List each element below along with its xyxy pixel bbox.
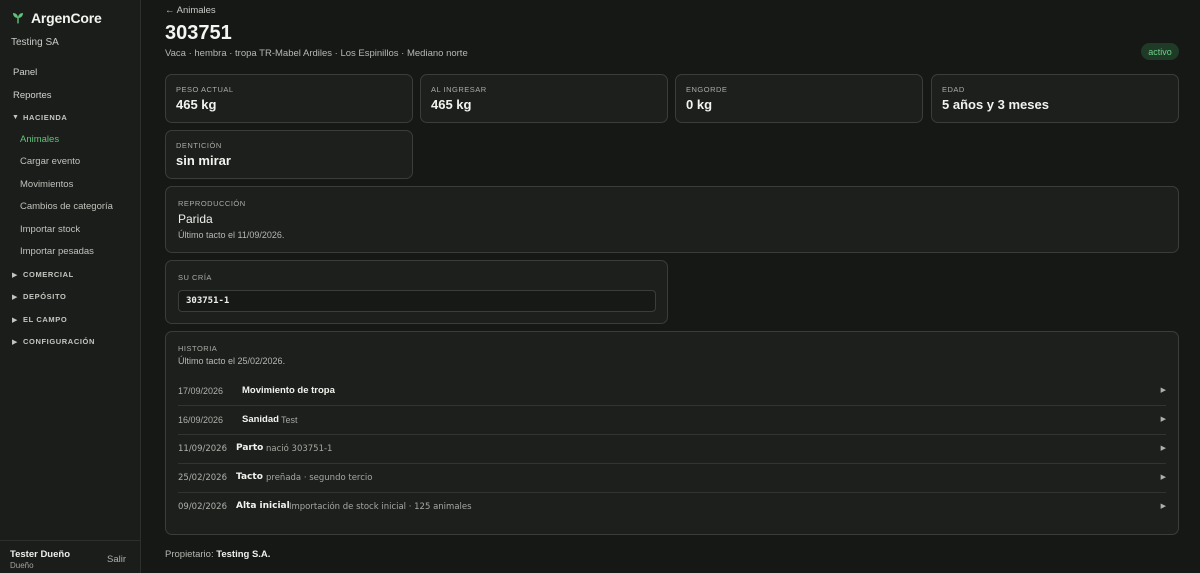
stat-label: ENGORDE: [686, 85, 728, 94]
caret-right-icon: ▶: [12, 271, 18, 279]
back-link[interactable]: ← Animales: [165, 5, 216, 16]
sidebar-item-importar-stock[interactable]: Importar stock: [20, 224, 80, 235]
sidebar-item-movimientos[interactable]: Movimientos: [20, 179, 73, 190]
history-detail: Test: [281, 415, 298, 425]
section-label: REPRODUCCIÓN: [178, 199, 246, 208]
sidebar-item-animales[interactable]: Animales: [20, 134, 59, 145]
historia-note: Último tacto el 25/02/2026.: [178, 356, 286, 366]
stat-value: 5 años y 3 meses: [942, 97, 1049, 112]
reproduccion-card: REPRODUCCIÓN Parida Último tacto el 11/0…: [165, 186, 1179, 253]
stat-card-engorde: ENGORDE 0 kg: [675, 74, 923, 123]
stat-card-edad: EDAD 5 años y 3 meses: [931, 74, 1179, 123]
history-detail: preñada · segundo tercio: [266, 473, 373, 483]
history-date: 09/02/2026: [178, 502, 227, 512]
stat-value: 465 kg: [431, 97, 472, 112]
status-badge: activo: [1141, 43, 1179, 60]
stat-label: EDAD: [942, 85, 965, 94]
stat-value: 0 kg: [686, 97, 713, 112]
sidebar-item-reportes[interactable]: Reportes: [13, 90, 52, 101]
chevron-right-icon: ▶: [1160, 416, 1166, 423]
history-type: Parto: [236, 443, 264, 453]
chevron-right-icon: ▶: [1160, 503, 1166, 510]
history-type: Sanidad: [242, 414, 279, 425]
stat-card-peso-actual: PESO ACTUAL 465 kg: [165, 74, 413, 123]
section-label: SU CRÍA: [178, 273, 212, 282]
sidebar-item-cambios-categoria[interactable]: Cambios de categoría: [20, 201, 113, 212]
history-row[interactable]: 11/09/2026 Parto nació 303751-1 ▶: [178, 435, 1166, 464]
historia-card: HISTORIA Último tacto el 25/02/2026. 17/…: [165, 331, 1179, 535]
sidebar-item-cargar-evento[interactable]: Cargar evento: [20, 156, 80, 167]
history-detail: nació 303751-1: [266, 444, 333, 454]
history-date: 16/09/2026: [178, 415, 224, 425]
sidebar-section-deposito[interactable]: ▶ DEPÓSITO: [12, 292, 66, 301]
stat-label: AL INGRESAR: [431, 85, 487, 94]
owner-name: Testing S.A.: [216, 549, 271, 560]
brand-name: ArgenCore: [31, 10, 102, 26]
owner-line: Propietario: Testing S.A.: [165, 549, 270, 560]
sidebar-item-importar-pesadas[interactable]: Importar pesadas: [20, 246, 94, 257]
brand[interactable]: ArgenCore: [11, 10, 102, 26]
leaf-logo-icon: [13, 13, 23, 24]
user-name: Tester Dueño: [10, 549, 71, 560]
stat-label: PESO ACTUAL: [176, 85, 234, 94]
logout-button[interactable]: Salir: [107, 554, 126, 565]
sidebar-section-configuracion[interactable]: ▶ CONFIGURACIÓN: [12, 337, 95, 346]
history-date: 25/02/2026: [178, 473, 227, 483]
sidebar-section-label: HACIENDA: [23, 113, 68, 122]
sidebar-footer: Tester Dueño Dueño Salir: [0, 540, 140, 573]
page-subtitle: Vaca · hembra · tropa TR-Mabel Ardiles ·…: [165, 48, 468, 59]
owner-label: Propietario:: [165, 549, 214, 560]
history-row[interactable]: 09/02/2026 Alta inicial Importación de s…: [178, 493, 1166, 522]
caret-right-icon: ▶: [12, 293, 18, 301]
stat-card-denticion: DENTICIÓN sin mirar: [165, 130, 413, 179]
stat-card-al-ingresar: AL INGRESAR 465 kg: [420, 74, 668, 123]
main-content: ← Animales 303751 Vaca · hembra · tropa …: [141, 0, 1200, 573]
caret-right-icon: ▶: [12, 316, 18, 324]
caret-down-icon: ▼: [12, 114, 20, 121]
org-name: Testing SA: [11, 37, 59, 48]
history-type: Alta inicial: [236, 501, 290, 511]
section-label: HISTORIA: [178, 344, 218, 353]
history-type: Movimiento de tropa: [242, 385, 335, 396]
chevron-right-icon: ▶: [1160, 445, 1166, 452]
page-title: 303751: [165, 22, 232, 44]
history-row[interactable]: 17/09/2026 Movimiento de tropa ▶: [178, 377, 1166, 406]
history-row[interactable]: 16/09/2026 Sanidad Test ▶: [178, 406, 1166, 435]
sidebar-section-hacienda[interactable]: ▼ HACIENDA: [12, 113, 67, 122]
chevron-right-icon: ▶: [1160, 474, 1166, 481]
reproduccion-status: Parida: [178, 212, 213, 226]
sidebar-section-label: CONFIGURACIÓN: [23, 337, 95, 346]
sidebar-section-comercial[interactable]: ▶ COMERCIAL: [12, 270, 74, 279]
caret-right-icon: ▶: [12, 338, 18, 346]
history-detail: Importación de stock inicial · 125 anima…: [289, 502, 472, 512]
history-date: 11/09/2026: [178, 444, 227, 454]
stat-value: sin mirar: [176, 153, 231, 168]
stat-value: 465 kg: [176, 97, 217, 112]
history-date: 17/09/2026: [178, 386, 224, 396]
sidebar-item-panel[interactable]: Panel: [13, 67, 37, 78]
sidebar: ArgenCore Testing SA Panel Reportes ▼ HA…: [0, 0, 141, 573]
user-role: Dueño: [10, 561, 34, 570]
sidebar-section-label: EL CAMPO: [23, 315, 68, 324]
cria-card: SU CRÍA 303751-1: [165, 260, 668, 324]
history-type: Tacto: [236, 472, 263, 482]
cria-link[interactable]: 303751-1: [178, 290, 656, 312]
sidebar-section-label: DEPÓSITO: [23, 292, 67, 301]
sidebar-section-el-campo[interactable]: ▶ EL CAMPO: [12, 315, 67, 324]
stat-label: DENTICIÓN: [176, 141, 222, 150]
sidebar-section-label: COMERCIAL: [23, 270, 74, 279]
chevron-right-icon: ▶: [1160, 387, 1166, 394]
reproduccion-note: Último tacto el 11/09/2026.: [178, 230, 285, 240]
history-row[interactable]: 25/02/2026 Tacto preñada · segundo terci…: [178, 464, 1166, 493]
